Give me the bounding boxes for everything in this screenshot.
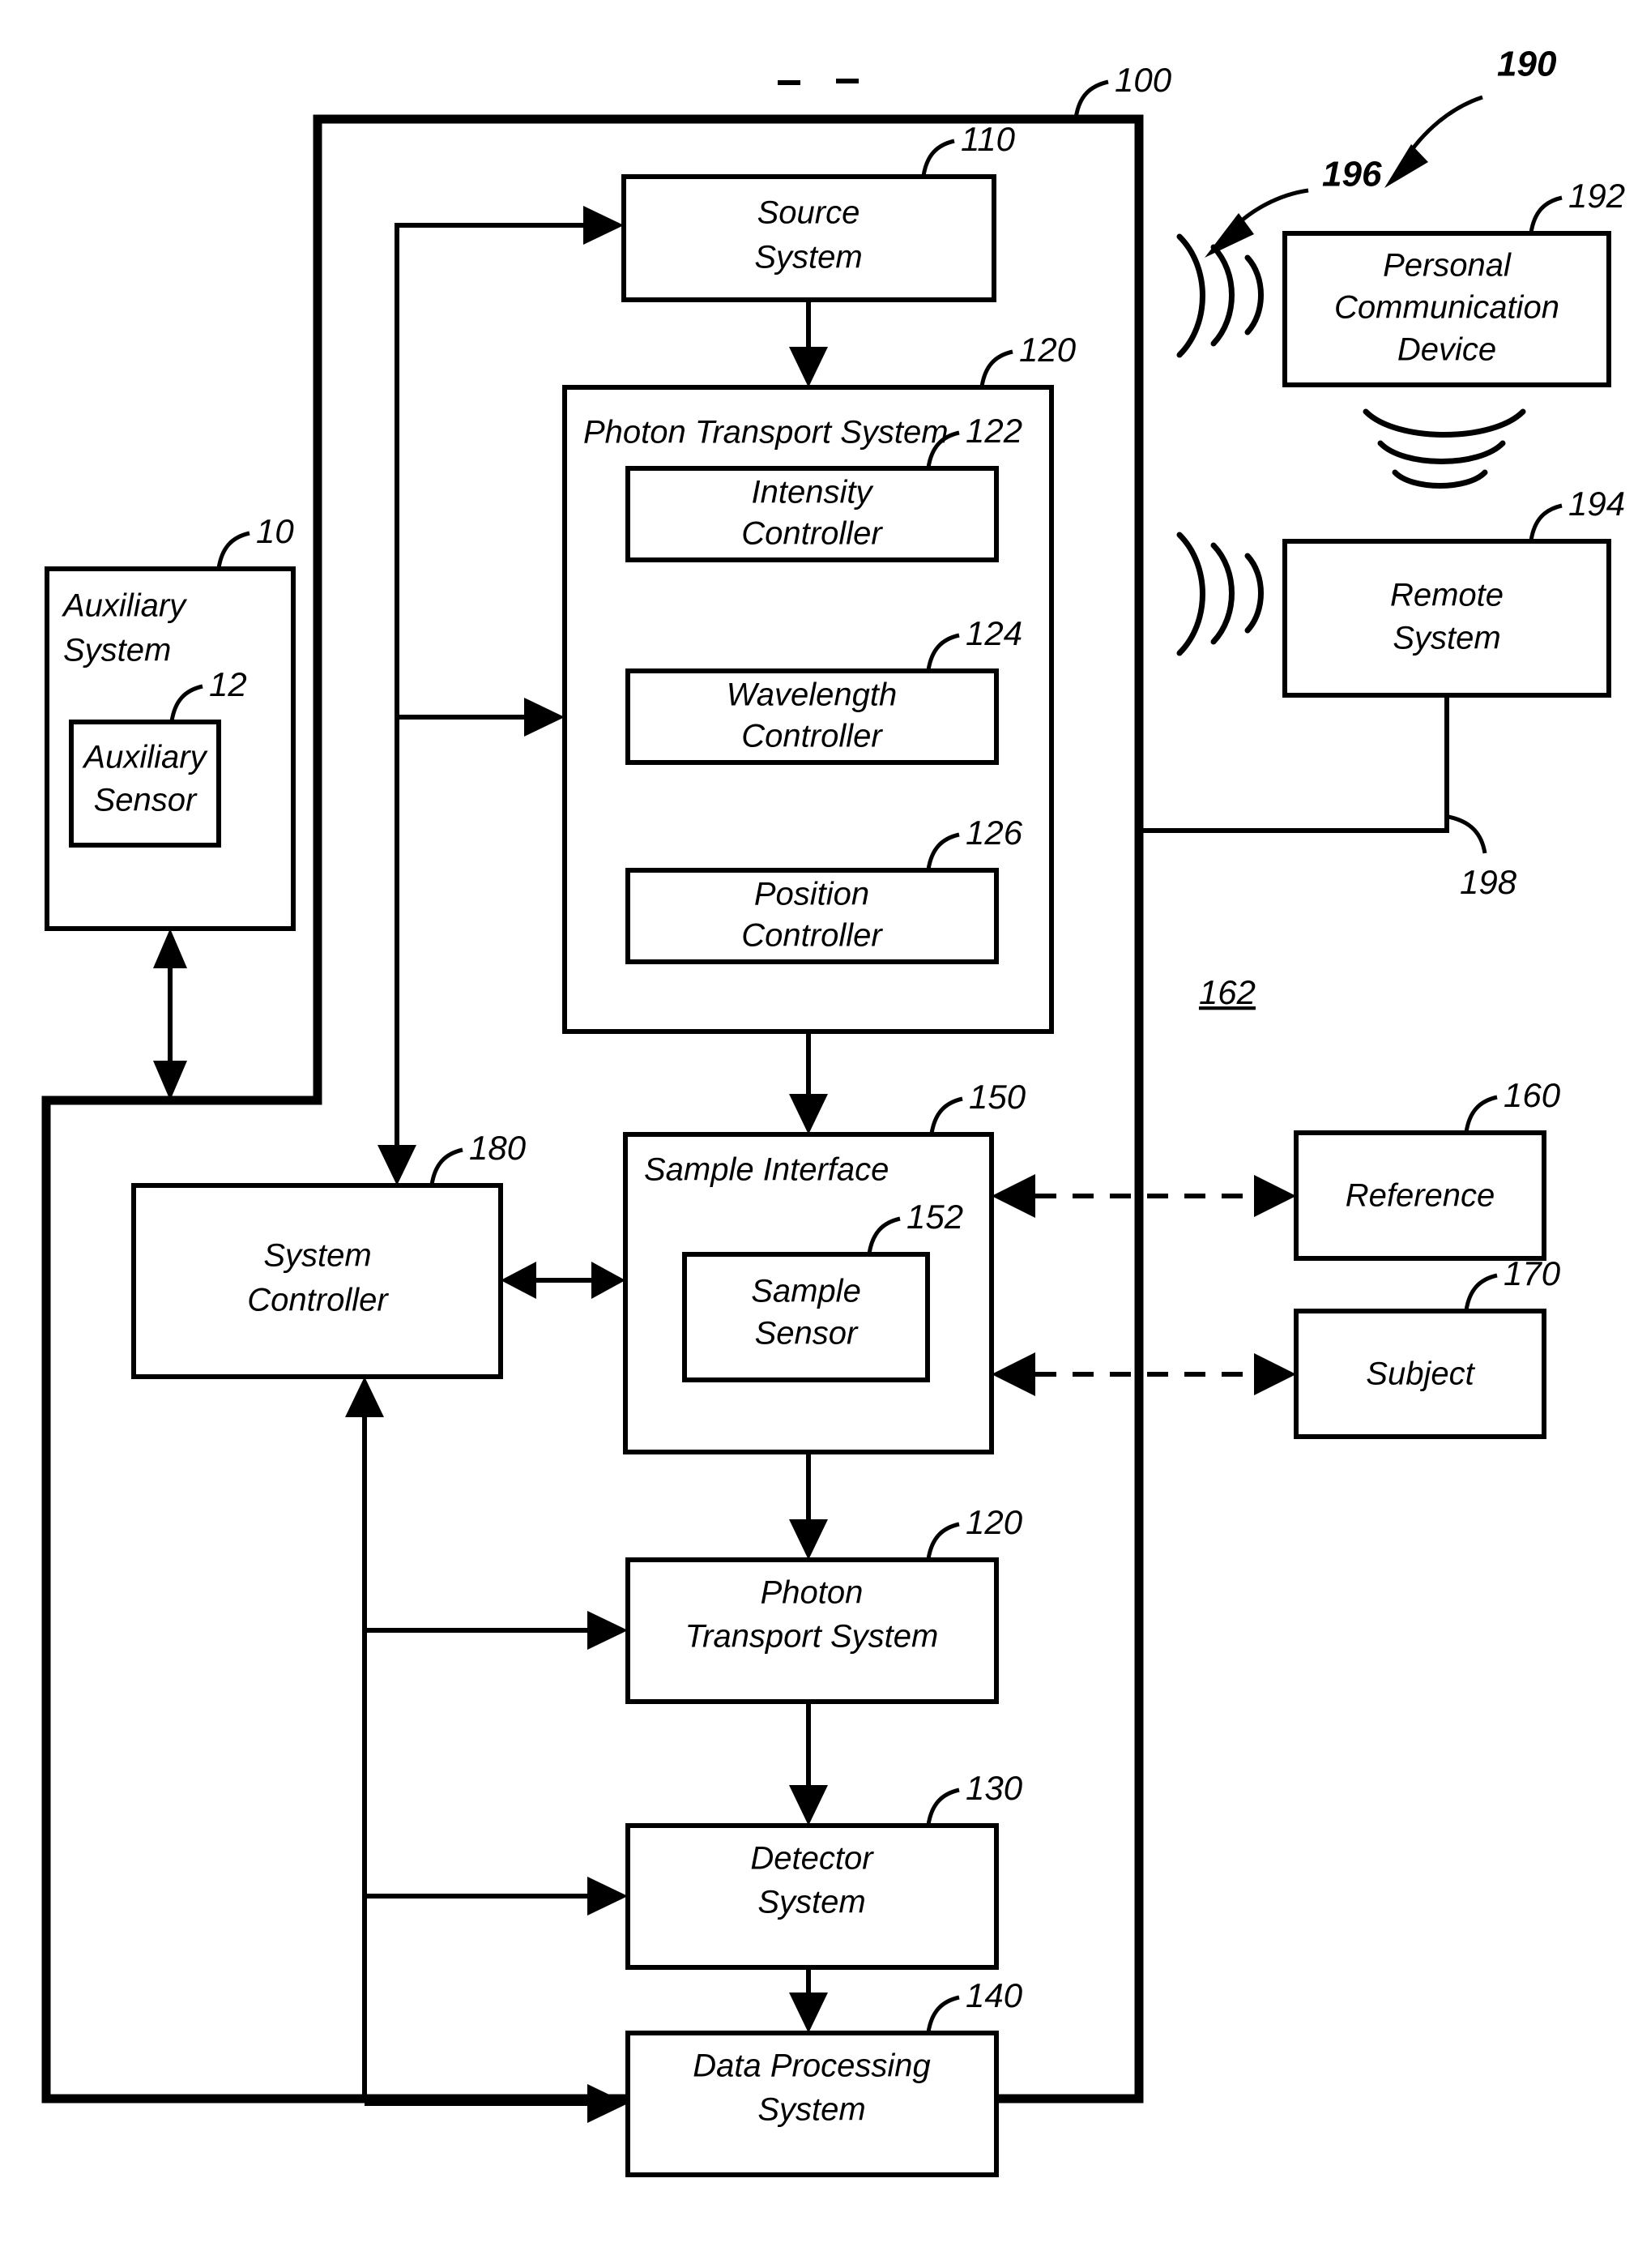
flow-detector-to-dps — [789, 1967, 828, 2033]
auxiliary-system-label-line1: Auxiliary — [62, 588, 188, 624]
auxiliary-system-label-line2: System — [63, 633, 171, 668]
intensity-controller-box: Intensity Controller — [625, 466, 999, 562]
wavelength-controller-box: Wavelength Controller — [625, 668, 999, 765]
callout-140: 140 — [926, 1976, 1023, 2033]
top-artifact-dashes — [778, 79, 859, 85]
source-system-label-line1: Source — [757, 195, 860, 231]
callout-120-top: 120 — [979, 331, 1077, 387]
ref-10: 10 — [256, 512, 294, 550]
ref-180: 180 — [469, 1129, 527, 1167]
ref-192: 192 — [1568, 177, 1625, 215]
sample-sensor-label-line1: Sample — [751, 1274, 861, 1309]
ref-160: 160 — [1504, 1076, 1561, 1114]
remote-label-line2: System — [1393, 621, 1500, 656]
auxiliary-sensor-box: Auxiliary Sensor — [69, 720, 221, 848]
ref-120-top: 120 — [1019, 331, 1077, 369]
dps-label-line1: Data Processing — [693, 2048, 930, 2084]
photon-transport-system-top-label: Photon Transport System — [583, 415, 949, 451]
ref-130: 130 — [966, 1769, 1023, 1807]
ref-150: 150 — [969, 1078, 1026, 1116]
callout-100: 100 — [1073, 61, 1172, 119]
callout-130: 130 — [926, 1769, 1023, 1826]
sample-sensor-label-line2: Sensor — [755, 1316, 859, 1352]
subject-box: Subject — [1294, 1309, 1546, 1439]
subject-label: Subject — [1366, 1356, 1475, 1392]
pcd-label-line3: Device — [1397, 332, 1496, 368]
ref-124: 124 — [966, 614, 1022, 652]
position-controller-label-line2: Controller — [741, 918, 883, 954]
ref-110: 110 — [961, 120, 1016, 158]
flow-pts-bottom-to-detector — [789, 1702, 828, 1826]
ref-120-bottom: 120 — [966, 1503, 1023, 1541]
ref-190: 190 — [1497, 45, 1557, 84]
photon-transport-system-bottom-box: Photon Transport System — [625, 1557, 999, 1704]
source-system-label-line2: System — [754, 240, 862, 275]
auxiliary-sensor-label-line1: Auxiliary — [82, 740, 208, 775]
ref-140: 140 — [966, 1976, 1023, 2014]
wavelength-controller-label-line1: Wavelength — [727, 677, 898, 713]
callout-190: 190 — [1384, 45, 1557, 188]
patent-figure: 100 190 196 Personal Communication Devic… — [0, 0, 1638, 2268]
position-controller-box: Position Controller — [625, 868, 999, 964]
sample-interface-subject-link — [992, 1352, 1296, 1396]
callout-10: 10 — [216, 512, 294, 569]
system-controller-box: System Controller — [131, 1183, 503, 1379]
ref-170: 170 — [1504, 1254, 1561, 1292]
auxiliary-sensor-label-line2: Sensor — [94, 783, 198, 818]
sample-interface-label: Sample Interface — [644, 1152, 889, 1188]
dps-label-line2: System — [757, 2092, 865, 2128]
ref-126: 126 — [966, 814, 1023, 852]
callout-192: 192 — [1529, 177, 1625, 233]
flow-pts-to-sample-interface — [789, 1031, 828, 1134]
flow-source-to-pts — [789, 300, 828, 387]
intensity-controller-label-line1: Intensity — [752, 475, 875, 510]
system-controller-label-line2: Controller — [247, 1283, 389, 1318]
ref-196: 196 — [1322, 155, 1382, 194]
control-bus-downward — [345, 1377, 628, 2123]
pcd-label-line2: Communication — [1334, 290, 1559, 326]
ref-194: 194 — [1568, 485, 1625, 523]
detector-system-box: Detector System — [625, 1823, 999, 1970]
callout-194: 194 — [1529, 485, 1625, 541]
wireless-signal-icon-pcd-to-remote — [1363, 408, 1526, 489]
sample-interface-reference-link — [992, 1174, 1296, 1218]
wireless-signal-icon-pcd — [1176, 233, 1264, 358]
wavelength-controller-label-line2: Controller — [741, 719, 883, 754]
reference-box: Reference — [1294, 1130, 1546, 1261]
remote-system-box: Remote System — [1282, 539, 1611, 698]
detector-system-label-line2: System — [757, 1885, 865, 1920]
callout-170: 170 — [1464, 1254, 1561, 1311]
block-diagram-canvas: 100 190 196 Personal Communication Devic… — [41, 45, 1625, 2177]
callout-180: 180 — [429, 1129, 527, 1185]
position-controller-label-line1: Position — [754, 877, 869, 912]
wired-link-198: 198 — [1139, 695, 1517, 901]
wireless-signal-icon-remote — [1176, 532, 1264, 656]
ref-162: 162 — [1199, 973, 1256, 1011]
ref-122: 122 — [966, 412, 1022, 450]
flow-sample-interface-to-pts-bottom — [789, 1452, 828, 1560]
callout-110: 110 — [921, 120, 1016, 177]
ref-100: 100 — [1115, 61, 1172, 99]
pcd-label-line1: Personal — [1383, 248, 1512, 284]
callout-160: 160 — [1464, 1076, 1561, 1133]
pts-bottom-label-line1: Photon — [761, 1575, 864, 1611]
system-controller-label-line1: System — [263, 1238, 371, 1274]
remote-label-line1: Remote — [1390, 578, 1504, 613]
personal-communication-device-box: Personal Communication Device — [1282, 231, 1611, 387]
sample-sensor-box: Sample Sensor — [682, 1252, 930, 1382]
ref-12: 12 — [209, 665, 247, 703]
ref-152: 152 — [906, 1198, 963, 1236]
detector-system-label-line1: Detector — [750, 1841, 874, 1877]
ref-198: 198 — [1460, 863, 1517, 901]
aux-system-bidirectional-link — [153, 929, 187, 1100]
data-processing-system-box: Data Processing System — [625, 2031, 999, 2177]
pts-bottom-label-line2: Transport System — [685, 1619, 939, 1655]
source-system-box: Source System — [621, 174, 996, 302]
intensity-controller-label-line2: Controller — [741, 516, 883, 552]
sysctrl-sample-interface-link — [501, 1262, 625, 1299]
callout-120-bottom: 120 — [926, 1503, 1023, 1560]
callout-150: 150 — [929, 1078, 1026, 1134]
reference-label: Reference — [1346, 1178, 1495, 1214]
